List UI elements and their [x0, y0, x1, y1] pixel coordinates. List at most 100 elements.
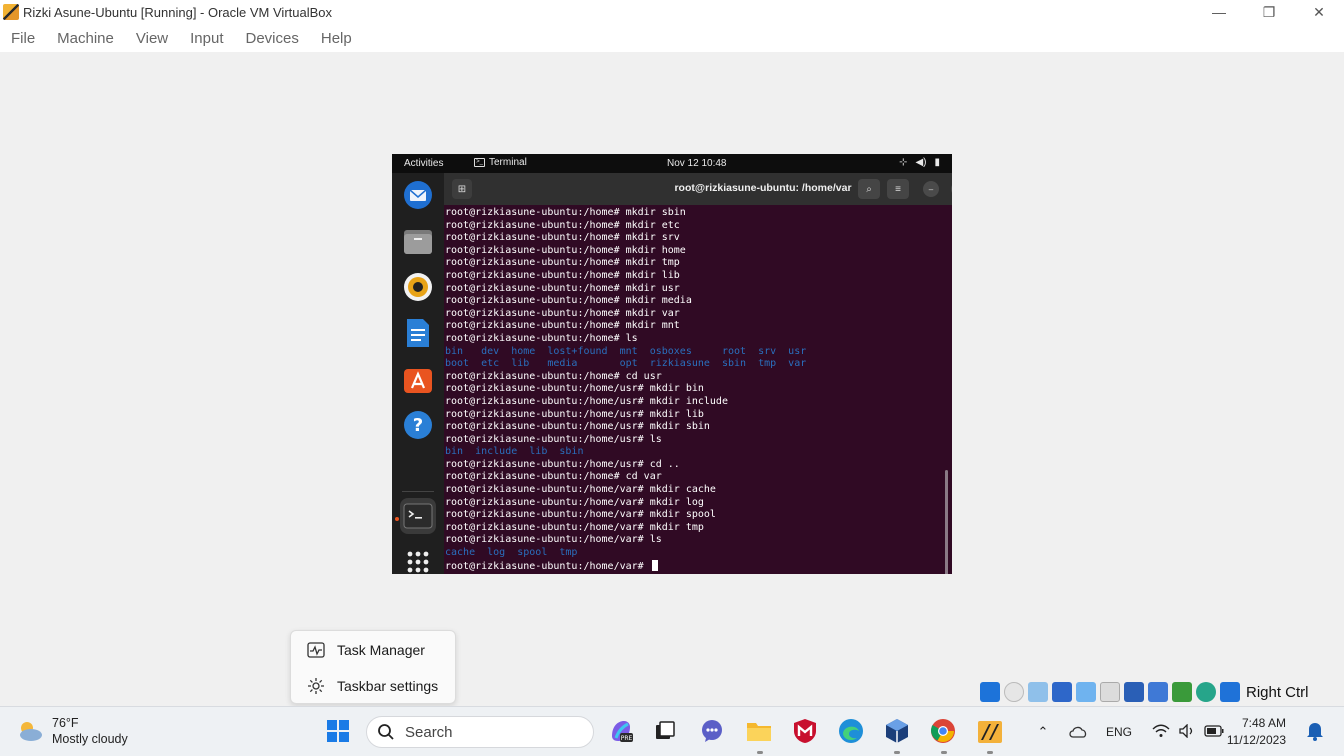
menu-devices[interactable]: Devices — [246, 30, 299, 47]
start-button[interactable] — [325, 718, 351, 744]
terminal-command-line: root@rizkiasune-ubuntu:/home# mkdir etc — [445, 219, 680, 231]
taskbar-clock[interactable]: 7:48 AM 11/12/2023 — [1227, 715, 1286, 749]
menu-input[interactable]: Input — [190, 30, 223, 47]
gnome-system-tray[interactable]: ⊹ ◀) ▮ — [899, 157, 940, 168]
volume-icon[interactable] — [1178, 722, 1196, 741]
terminal-command-line: root@rizkiasune-ubuntu:/home# mkdir medi… — [445, 295, 692, 307]
language-indicator[interactable]: ENG — [1106, 725, 1132, 739]
terminal-command-line: root@rizkiasune-ubuntu:/home# mkdir lib — [445, 269, 680, 281]
taskbar-search[interactable]: Search — [366, 716, 594, 748]
mouse-integration-icon[interactable] — [1220, 682, 1240, 702]
dock-separator — [402, 491, 434, 492]
rhythmbox-icon[interactable] — [400, 269, 436, 305]
terminal-command-line: root@rizkiasune-ubuntu:/home# ls — [445, 332, 638, 344]
audio-icon[interactable] — [1028, 682, 1048, 702]
network-icon: ⊹ — [899, 157, 908, 168]
battery-icon[interactable] — [1204, 724, 1224, 740]
weather-widget[interactable]: 76°F Mostly cloudy — [16, 715, 128, 747]
window-title: Rizki Asune-Ubuntu [Running] - Oracle VM… — [23, 4, 333, 20]
hard-disk-icon[interactable] — [980, 682, 1000, 702]
terminal-command-line: root@rizkiasune-ubuntu:/home/usr# ls — [445, 433, 662, 445]
taskbar-settings-menu-item[interactable]: Taskbar settings — [291, 669, 455, 703]
clock-date: 11/12/2023 — [1226, 733, 1286, 747]
shared-folders-icon[interactable] — [1100, 682, 1120, 702]
show-hidden-icons-chevron-icon[interactable]: ⌃ — [1036, 724, 1050, 740]
terminal-output[interactable]: root@rizkiasune-ubuntu:/home# mkdir sbin… — [444, 205, 952, 574]
display-icon[interactable] — [1124, 682, 1144, 702]
svg-text:?: ? — [413, 415, 423, 436]
mcafee-icon[interactable] — [792, 718, 818, 744]
terminal-command-line: root@rizkiasune-ubuntu:/home/var# ls — [445, 534, 662, 546]
terminal-command-line: root@rizkiasune-ubuntu:/home# mkdir srv — [445, 232, 680, 244]
help-icon[interactable]: ? — [400, 407, 436, 443]
chrome-icon[interactable] — [930, 718, 956, 744]
vbox-menubar: File Machine View Input Devices Help — [0, 24, 1344, 52]
guest-additions-icon[interactable] — [1196, 682, 1216, 702]
ubuntu-dock: ? — [392, 173, 444, 574]
teams-chat-icon[interactable] — [699, 718, 725, 744]
terminal-listing-line: bin include lib sbin — [445, 446, 584, 458]
onedrive-icon[interactable] — [1068, 724, 1088, 741]
app-menu[interactable]: >_ Terminal — [474, 157, 527, 168]
vm-running-indicator — [987, 751, 993, 754]
menu-view[interactable]: View — [136, 30, 168, 47]
terminal-command-line: root@rizkiasune-ubuntu:/home# cd usr — [445, 370, 662, 382]
virtualbox-vm-taskbar-icon[interactable] — [977, 718, 1003, 744]
terminal-command-line: root@rizkiasune-ubuntu:/home# mkdir sbin — [445, 207, 686, 218]
thunderbird-icon[interactable] — [400, 177, 436, 213]
minimize-button[interactable]: — — [1194, 0, 1244, 24]
taskbar-context-menu: Task Manager Taskbar settings — [290, 630, 456, 704]
host-key-label[interactable]: Right Ctrl — [1246, 684, 1309, 701]
terminal-command-line: root@rizkiasune-ubuntu:/home/usr# cd .. — [445, 458, 680, 470]
app-center-icon[interactable] — [400, 361, 436, 397]
wifi-icon[interactable] — [1152, 724, 1170, 741]
terminal-command-line: root@rizkiasune-ubuntu:/home# cd var — [445, 471, 662, 483]
menu-file[interactable]: File — [11, 30, 35, 47]
virtualbox-taskbar-icon[interactable] — [884, 718, 910, 744]
optical-drive-icon[interactable] — [1004, 682, 1024, 702]
notification-bell-icon[interactable] — [1302, 718, 1328, 744]
show-apps-icon[interactable] — [400, 544, 436, 574]
terminal-scrollbar[interactable] — [945, 470, 948, 574]
terminal-command-line: root@rizkiasune-ubuntu:/home/usr# mkdir … — [445, 383, 704, 395]
taskbar-settings-label: Taskbar settings — [337, 678, 439, 694]
active-app-indicator — [395, 517, 399, 521]
menu-help[interactable]: Help — [321, 30, 352, 47]
terminal-minimize-button[interactable]: – — [923, 181, 939, 197]
task-manager-menu-item[interactable]: Task Manager — [291, 633, 455, 667]
activities-button[interactable]: Activities — [404, 158, 443, 169]
writer-icon[interactable] — [400, 315, 436, 351]
menu-machine[interactable]: Machine — [57, 30, 114, 47]
vbox-titlebar: Rizki Asune-Ubuntu [Running] - Oracle VM… — [0, 0, 1344, 24]
terminal-command-line: root@rizkiasune-ubuntu:/home/var# mkdir … — [445, 496, 704, 508]
terminal-prompt-line[interactable]: root@rizkiasune-ubuntu:/home/var# — [445, 559, 952, 573]
virtualbox-icon — [3, 4, 19, 20]
file-explorer-icon[interactable] — [746, 718, 772, 744]
weather-condition: Mostly cloudy — [52, 732, 128, 746]
terminal-icon[interactable] — [400, 498, 436, 534]
terminal-command-line: root@rizkiasune-ubuntu:/home# mkdir tmp — [445, 257, 680, 269]
terminal-search-button[interactable]: ⌕ — [858, 179, 880, 199]
terminal-small-icon: >_ — [474, 158, 485, 167]
explorer-running-indicator — [757, 751, 763, 754]
terminal-listing-line: boot etc lib media opt rizkiasune sbin t… — [445, 358, 807, 370]
files-icon[interactable] — [400, 223, 436, 259]
guest-screen[interactable]: Activities >_ Terminal Nov 12 10:48 ⊹ ◀)… — [392, 154, 952, 574]
restore-button[interactable]: ❐ — [1244, 0, 1294, 24]
video-capture-icon[interactable] — [1148, 682, 1168, 702]
search-placeholder: Search — [405, 723, 453, 741]
copilot-icon[interactable]: PRE — [608, 718, 634, 744]
terminal-menu-button[interactable]: ≡ — [887, 179, 909, 199]
gear-icon — [308, 678, 324, 694]
task-view-icon[interactable] — [652, 718, 678, 744]
gnome-top-bar: Activities >_ Terminal Nov 12 10:48 ⊹ ◀)… — [392, 154, 952, 173]
terminal-command-line: root@rizkiasune-ubuntu:/home/usr# mkdir … — [445, 408, 704, 420]
network-adapter-icon[interactable] — [1052, 682, 1072, 702]
cpu-icon[interactable] — [1172, 682, 1192, 702]
chrome-running-indicator — [941, 751, 947, 754]
edge-icon[interactable] — [838, 718, 864, 744]
gnome-clock[interactable]: Nov 12 10:48 — [667, 158, 727, 169]
terminal-command-line: root@rizkiasune-ubuntu:/home/var# mkdir … — [445, 521, 704, 533]
close-button[interactable]: ✕ — [1294, 0, 1344, 24]
usb-icon[interactable] — [1076, 682, 1096, 702]
